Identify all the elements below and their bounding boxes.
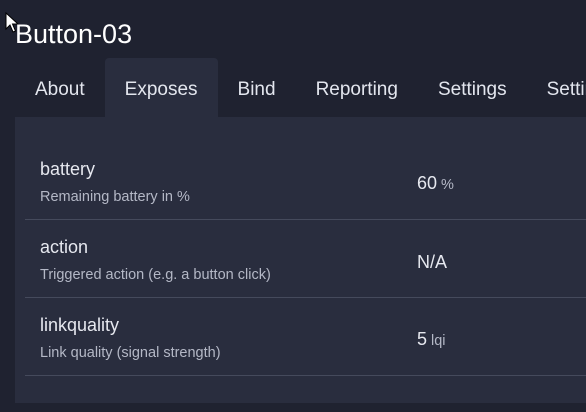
expose-value: 5 lqi [417,327,446,353]
expose-description: Triggered action (e.g. a button click) [40,267,271,283]
expose-name: action [40,237,89,257]
value-number: N/A [417,252,448,272]
expose-description: Link quality (signal strength) [40,345,221,361]
expose-row-linkquality: linkquality Link quality (signal strengt… [25,298,586,376]
tab-reporting[interactable]: Reporting [296,58,418,117]
value-number: 5 [417,329,428,349]
tab-exposes[interactable]: Exposes [104,58,218,117]
value-unit: lqi [431,333,446,349]
value-unit: % [441,177,454,193]
expose-name: battery [40,159,96,179]
tab-settings[interactable]: Settings [418,58,527,117]
tab-about[interactable]: About [15,58,105,117]
expose-description: Remaining battery in % [40,189,190,205]
exposes-panel: battery Remaining battery in % 60% actio… [15,117,586,403]
expose-row-battery: battery Remaining battery in % 60% [25,142,586,220]
page-title: Button-03 [15,19,133,49]
tab-bind[interactable]: Bind [218,58,296,117]
value-number: 60 [417,173,438,193]
expose-name: linkquality [40,315,120,335]
expose-value: N/A [417,250,447,274]
expose-value: 60% [417,171,454,197]
app-root: Button-03 About Exposes Bind Reporting S… [0,0,586,412]
tab-bar: About Exposes Bind Reporting Settings Se… [15,58,586,117]
expose-row-action: action Triggered action (e.g. a button c… [25,220,586,298]
tab-settings-specific[interactable]: Settings [527,58,586,117]
